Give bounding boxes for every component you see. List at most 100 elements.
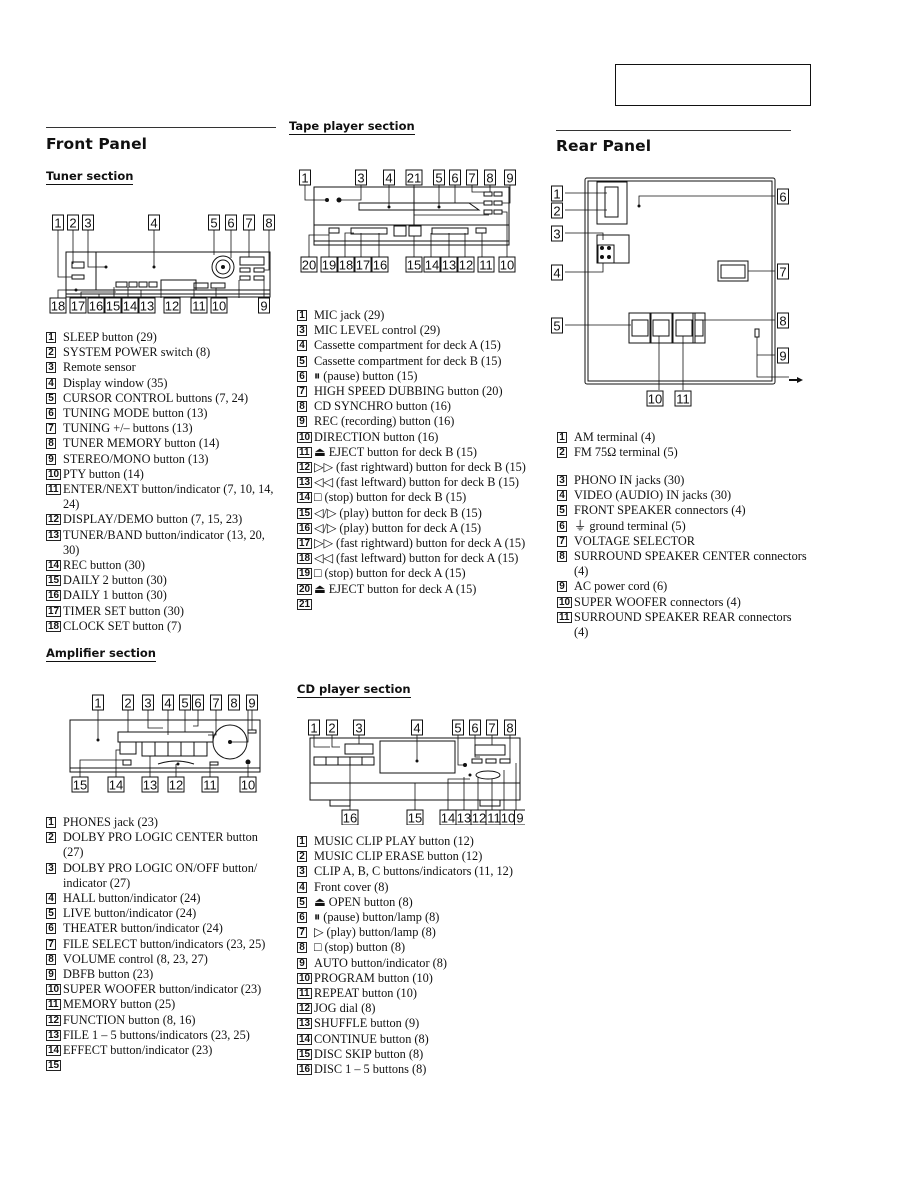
item-label: Remote sensor [63, 360, 136, 375]
cassette-compartment [358, 202, 481, 211]
list-item: 16 DAILY 1 button (30) [46, 588, 278, 603]
item-label: TUNING +/– buttons (13) [63, 421, 193, 436]
list-item: 9 STEREO/MONO button (13) [46, 452, 278, 467]
item-number-badge: 13 [297, 477, 313, 489]
tuner-items-list: 1 SLEEP button (29) 2 SYSTEM POWER switch (… [46, 330, 278, 634]
item-label: MIC LEVEL control (29) [314, 323, 441, 338]
list-item: 1 PHONES jack (23) [46, 815, 281, 830]
item-label: ◁◁ (fast leftward) button for deck A (15… [314, 551, 519, 566]
callout-number: 16 [89, 299, 103, 314]
list-item: 15 DAILY 2 button (30) [46, 573, 278, 588]
item-number-badge: 12 [297, 1003, 313, 1015]
item-number-badge: 15 [46, 1060, 62, 1072]
item-number-badge: 3 [46, 362, 56, 374]
item-label: REC (recording) button (16) [314, 414, 455, 429]
item-number-badge: 15 [297, 507, 313, 519]
item-number-badge: 16 [46, 590, 62, 602]
item-number-badge: 6 [297, 912, 307, 924]
callout-number: 7 [468, 171, 475, 186]
list-item: 6 ⏸ (pause) button (15) [297, 369, 532, 384]
rear-items-list-2: 3 PHONO IN jacks (30) 4 VIDEO (AUDIO) IN ja… [557, 473, 807, 640]
item-label: SYSTEM POWER switch (8) [63, 345, 211, 360]
item-number-badge: 5 [297, 355, 307, 367]
item-label: VOLUME control (8, 23, 27) [63, 951, 208, 966]
item-label: PHONO IN jacks (30) [574, 473, 685, 487]
item-number-badge: 1 [557, 432, 567, 443]
item-number-badge: 14 [46, 560, 62, 572]
list-item: 10 SUPER WOOFER button/indicator (23) [46, 982, 281, 997]
list-item: 1 SLEEP button (29) [46, 330, 278, 345]
callout-number: 7 [779, 265, 786, 280]
item-label: ⏏ EJECT button for deck A (15) [314, 581, 477, 596]
callout-number: 2 [328, 721, 335, 736]
item-label: PHONES jack (23) [63, 815, 158, 829]
callout-number: 10 [500, 258, 514, 273]
list-item: 14 EFFECT button/indicator (23) [46, 1043, 281, 1058]
item-label: ⏚ ground terminal (5) [574, 518, 686, 533]
item-number-badge: 11 [297, 988, 312, 1000]
list-item: 3 DOLBY PRO LOGIC ON/OFF button/ indicato… [46, 861, 281, 891]
callout-number: 1 [553, 187, 560, 202]
file-buttons [141, 741, 208, 757]
callout-number: 5 [210, 216, 217, 231]
list-item: 11 MEMORY button (25) [46, 997, 281, 1012]
item-number-badge: 12 [297, 462, 313, 474]
callout-number: 8 [486, 171, 493, 186]
item-label: ⏏ OPEN button (8) [314, 894, 413, 909]
item-number-badge: 6 [297, 370, 307, 382]
list-item: 17 ▷▷ (fast rightward) button for deck A … [297, 536, 532, 551]
item-label: CURSOR CONTROL buttons (7, 24) [63, 390, 249, 405]
item-label: TUNER/BAND button/indicator (13, 20, 30) [63, 527, 265, 557]
item-number-badge: 5 [46, 908, 56, 920]
item-number-badge: 2 [46, 832, 56, 844]
item-number-badge: 4 [297, 881, 307, 893]
item-number-badge: 13 [46, 529, 62, 541]
item-label: Display window (35) [63, 375, 168, 390]
list-item: 3 Remote sensor [46, 360, 278, 375]
callout-number: 6 [471, 721, 478, 736]
item-label: SLEEP button (29) [63, 330, 157, 344]
callout-number: 3 [355, 721, 362, 736]
item-number-badge: 7 [297, 927, 307, 939]
item-number-badge: 6 [557, 520, 567, 532]
item-number-badge: 9 [297, 957, 307, 969]
list-item: 1 MIC jack (29) [297, 308, 532, 323]
list-item: 3 MIC LEVEL control (29) [297, 323, 532, 338]
item-number-badge: 3 [297, 866, 307, 878]
callout-number: 6 [194, 696, 201, 711]
item-label: CLIP A, B, C buttons/indicators (11, 12) [314, 864, 513, 879]
item-number-badge: 13 [297, 1018, 313, 1030]
list-item: 1 MUSIC CLIP PLAY button (12) [297, 834, 532, 849]
item-label: REPEAT button (10) [314, 986, 417, 1001]
item-number-badge: 10 [46, 984, 62, 996]
item-number-badge: 14 [297, 492, 313, 504]
list-item: 7 TUNING +/– buttons (13) [46, 421, 278, 436]
tuner-diagram: 12345678 18 17 16 15 14 13 12 11 10 9 [49, 214, 275, 314]
item-number-badge: 2 [46, 347, 56, 359]
item-label: ◁◁ (fast leftward) button for deck B (15… [314, 475, 520, 490]
item-label [63, 1058, 66, 1072]
list-item: 19 □ (stop) button for deck A (15) [297, 566, 532, 581]
list-item: 17 TIMER SET button (30) [46, 604, 278, 619]
list-item: 20 ⏏ EJECT button for deck A (15) [297, 582, 532, 597]
callout-number: 13 [457, 811, 471, 826]
item-number-badge: 11 [46, 484, 61, 496]
list-item: 12 FUNCTION button (8, 16) [46, 1013, 281, 1028]
item-number-badge: 7 [46, 423, 56, 435]
item-label: MEMORY button (25) [63, 997, 176, 1012]
callout-number: 5 [181, 696, 188, 711]
item-number-badge: 14 [46, 1045, 62, 1057]
rear-items-list-1: 1 AM terminal (4) 2 FM 75Ω terminal (5) [557, 430, 807, 460]
item-number-badge: 5 [557, 505, 567, 517]
item-label: REC button (30) [63, 558, 145, 573]
callout-number: 18 [51, 299, 65, 314]
cd-diagram: 12345678 16 15 14 13 12 11 10 9 [308, 719, 525, 826]
list-item: 9 AC power cord (6) [557, 579, 807, 594]
item-label: SUPER WOOFER button/indicator (23) [63, 982, 262, 997]
amplifier-body [69, 719, 261, 773]
item-number-badge: 10 [297, 431, 313, 443]
list-item: 5 LIVE button/indicator (24) [46, 906, 281, 921]
callout-number: 13 [140, 299, 154, 314]
list-item: 13 FILE 1 – 5 buttons/indicators (23, 25) [46, 1028, 281, 1043]
item-number-badge: 18 [46, 620, 62, 632]
